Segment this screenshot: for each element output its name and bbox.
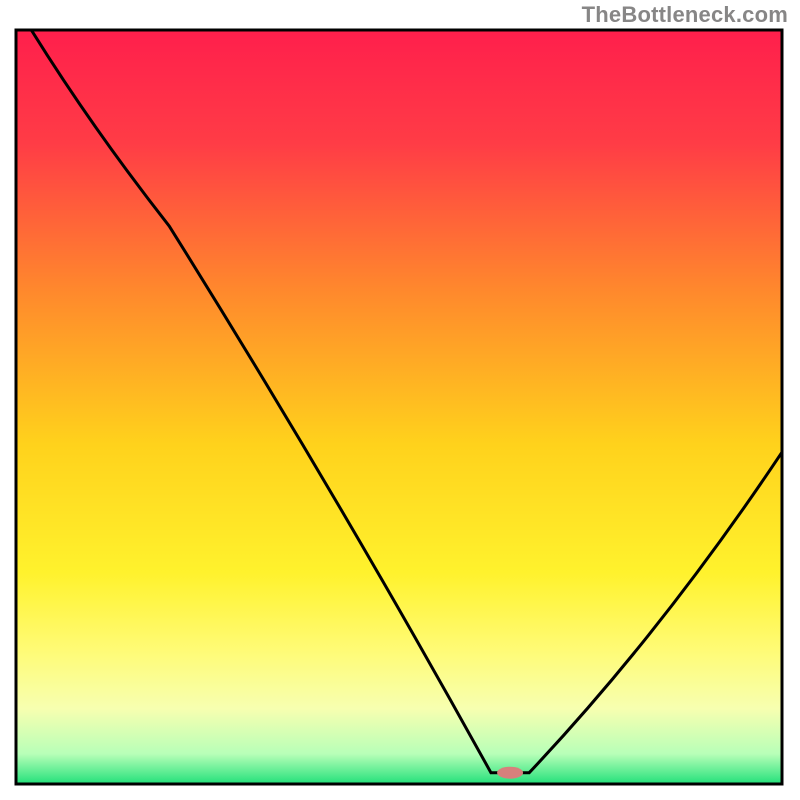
plot-area bbox=[16, 30, 782, 784]
bottleneck-chart bbox=[0, 0, 800, 800]
gradient-background bbox=[16, 30, 782, 784]
optimal-marker bbox=[497, 767, 523, 779]
watermark-text: TheBottleneck.com bbox=[582, 2, 788, 28]
